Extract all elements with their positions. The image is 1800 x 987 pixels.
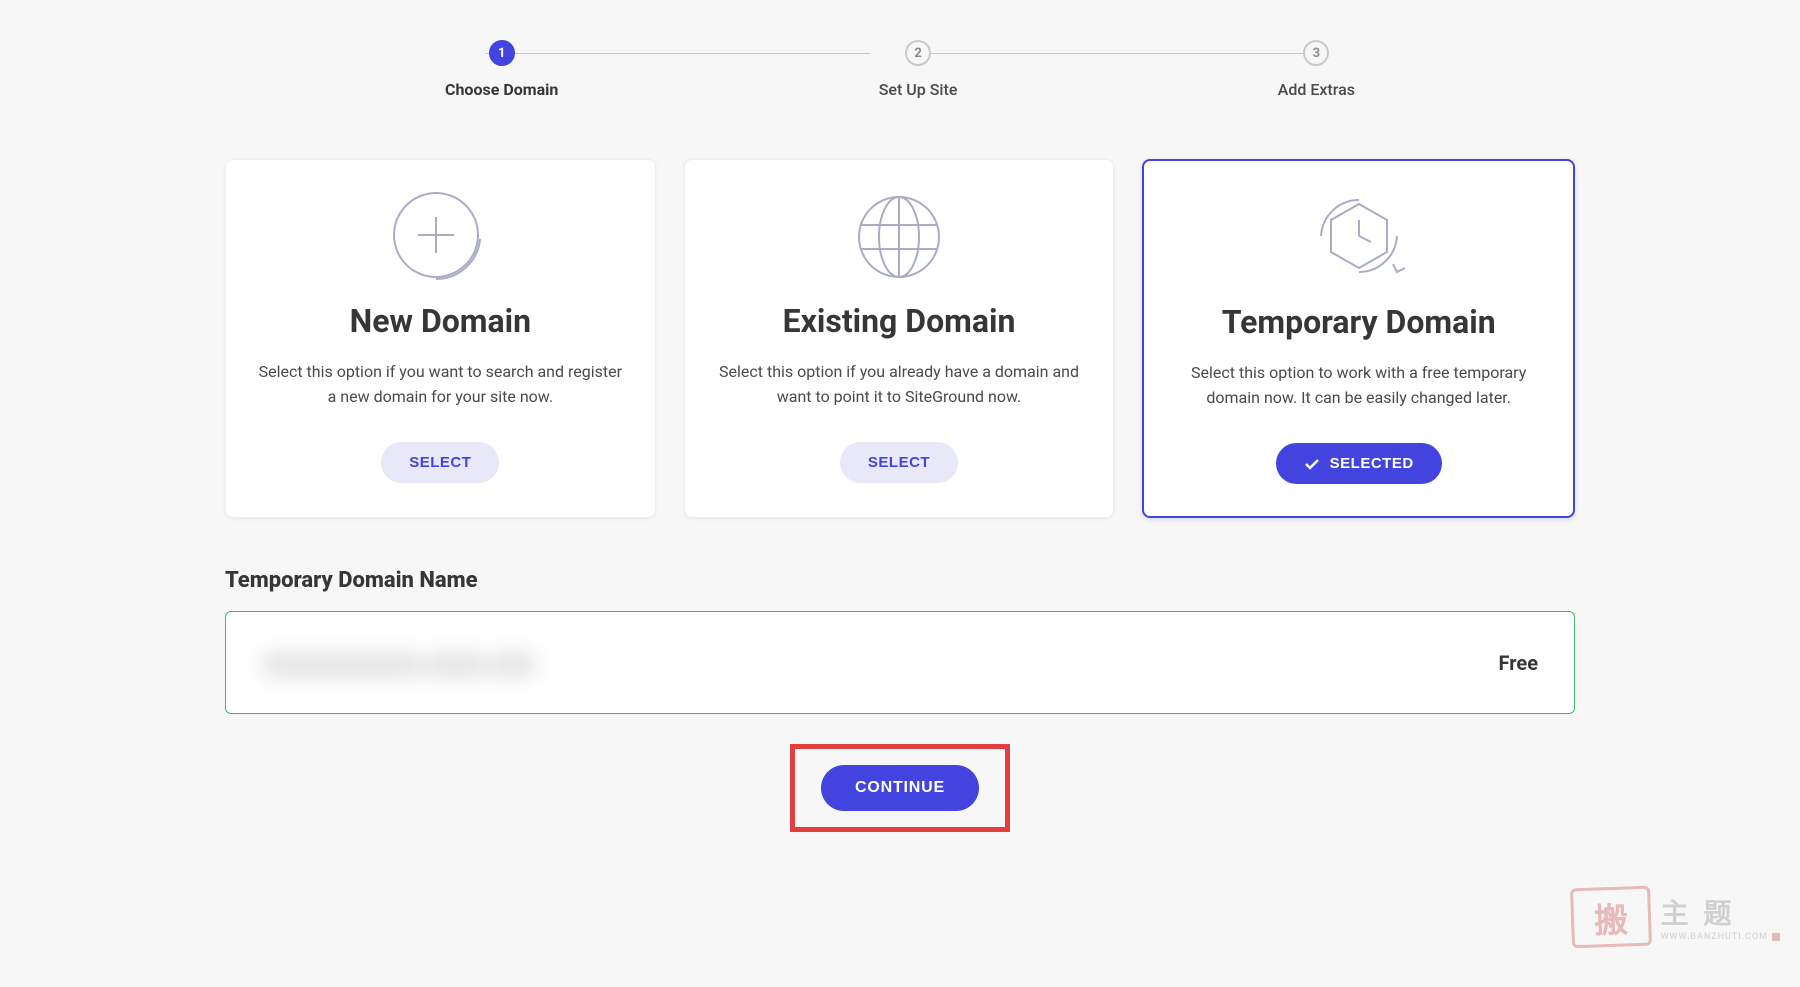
plus-circle-icon bbox=[254, 192, 627, 282]
domain-name-box: xxxxxxxxxxx.xxxx.xxx Free bbox=[225, 611, 1575, 714]
card-title: New Domain bbox=[254, 302, 627, 340]
generated-domain-name: xxxxxxxxxxx.xxxx.xxx bbox=[262, 646, 535, 679]
step-set-up-site[interactable]: 2 Set Up Site bbox=[879, 40, 958, 99]
domain-price: Free bbox=[1499, 651, 1538, 675]
card-description: Select this option if you want to search… bbox=[254, 360, 627, 412]
check-icon bbox=[1304, 456, 1320, 472]
step-number: 1 bbox=[489, 40, 515, 66]
card-title: Temporary Domain bbox=[1172, 303, 1545, 341]
select-button[interactable]: SELECT bbox=[381, 442, 499, 483]
watermark-stamp-icon: 搬 bbox=[1570, 886, 1652, 949]
card-description: Select this option to work with a free t… bbox=[1172, 361, 1545, 413]
globe-icon bbox=[713, 192, 1086, 282]
card-new-domain[interactable]: New Domain Select this option if you wan… bbox=[225, 159, 656, 518]
step-connector bbox=[930, 53, 1315, 54]
section-title-temporary-domain-name: Temporary Domain Name bbox=[225, 568, 1575, 593]
card-title: Existing Domain bbox=[713, 302, 1086, 340]
step-label: Set Up Site bbox=[879, 80, 958, 99]
selected-button[interactable]: SELECTED bbox=[1276, 443, 1442, 484]
select-button[interactable]: SELECT bbox=[840, 442, 958, 483]
domain-option-cards: New Domain Select this option if you wan… bbox=[225, 159, 1575, 518]
step-number: 2 bbox=[905, 40, 931, 66]
step-label: Add Extras bbox=[1278, 80, 1355, 99]
progress-stepper: 1 Choose Domain 2 Set Up Site 3 Add Extr… bbox=[225, 40, 1575, 99]
card-temporary-domain[interactable]: Temporary Domain Select this option to w… bbox=[1142, 159, 1575, 518]
watermark-url: WWW.BANZHUTI.COM bbox=[1661, 932, 1780, 942]
clock-refresh-icon bbox=[1172, 193, 1545, 283]
watermark-title: 主 题 bbox=[1661, 892, 1780, 932]
highlight-frame: CONTINUE bbox=[790, 744, 1010, 832]
watermark: 搬 主 题 WWW.BANZHUTI.COM bbox=[1571, 887, 1780, 947]
card-existing-domain[interactable]: Existing Domain Select this option if yo… bbox=[684, 159, 1115, 518]
step-number: 3 bbox=[1303, 40, 1329, 66]
step-choose-domain[interactable]: 1 Choose Domain bbox=[445, 40, 558, 99]
step-add-extras[interactable]: 3 Add Extras bbox=[1278, 40, 1355, 99]
button-label: SELECTED bbox=[1330, 455, 1414, 472]
step-label: Choose Domain bbox=[445, 80, 558, 99]
card-description: Select this option if you already have a… bbox=[713, 360, 1086, 412]
continue-section: CONTINUE bbox=[225, 744, 1575, 832]
continue-button[interactable]: CONTINUE bbox=[821, 765, 979, 811]
